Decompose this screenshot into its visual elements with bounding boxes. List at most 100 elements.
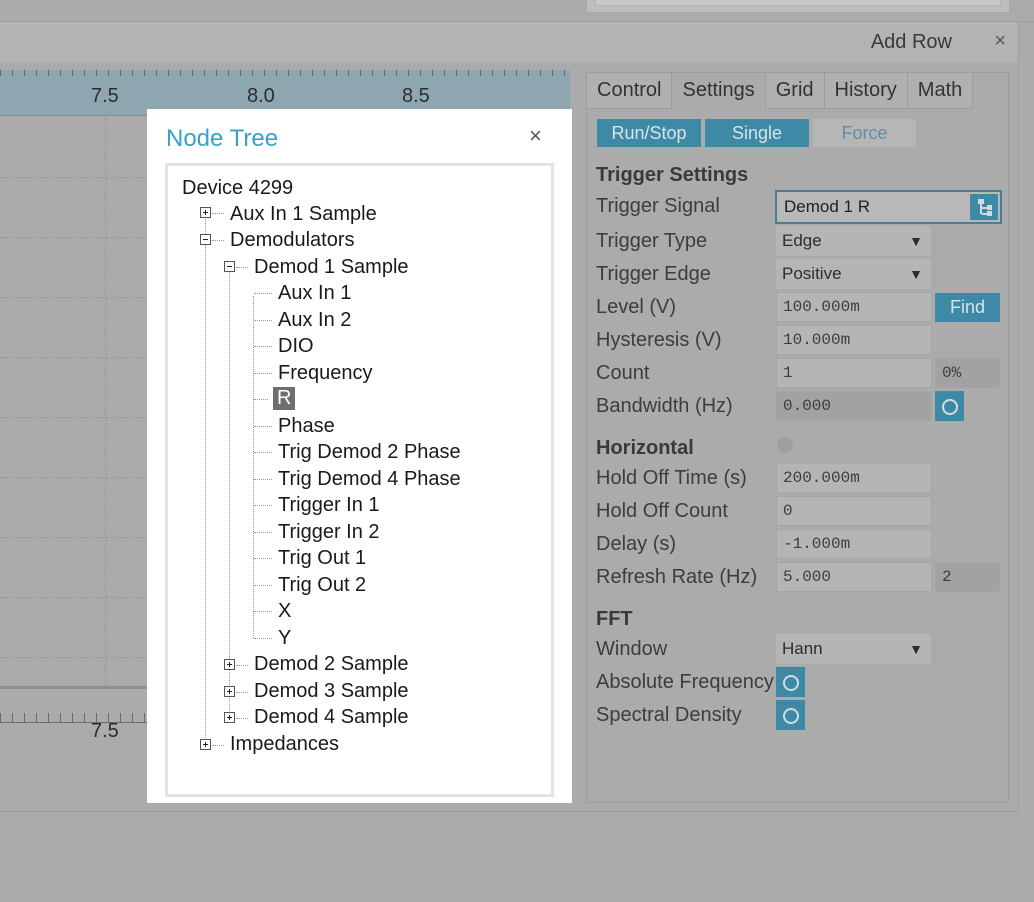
axis-tick-label: 7.5 [91,85,119,107]
tree-leaf[interactable]: Trigger In 2 [278,521,380,544]
delay-label: Delay (s) [596,533,677,555]
tree-leaf[interactable]: Trigger In 1 [278,494,380,517]
delay-input[interactable]: -1.000m [776,529,932,559]
tree-leaf[interactable]: Aux In 2 [278,309,351,332]
collapse-icon[interactable] [224,261,235,272]
spectral-density-label: Spectral Density [596,704,742,726]
trigger-type-select[interactable]: Edge ▼ [776,226,931,256]
tab-math[interactable]: Math [907,73,974,109]
trigger-signal-label: Trigger Signal [596,195,720,217]
bandwidth-input[interactable]: 0.000 [776,391,932,421]
holdoff-count-label: Hold Off Count [596,500,728,522]
trigger-type-value: Edge [782,231,822,250]
collapse-icon[interactable] [200,234,211,245]
tree-node-impedances[interactable]: Impedances [230,733,339,756]
refresh-rate-input[interactable]: 5.000 [776,562,932,592]
horizontal-indicator [777,437,793,453]
close-icon[interactable]: × [994,30,1006,53]
level-input[interactable]: 100.000m [776,292,932,322]
tree-node-demod-3-sample[interactable]: Demod 3 Sample [254,680,409,703]
tree-leaf[interactable]: Y [278,627,291,650]
window-label: Window [596,638,668,660]
tab-control[interactable]: Control [587,73,673,109]
tree-leaf[interactable]: X [278,600,291,623]
tree-connector [254,532,272,533]
tree-node-demod-4-sample[interactable]: Demod 4 Sample [254,706,409,729]
expand-icon[interactable] [200,207,211,218]
find-button[interactable]: Find [935,293,1000,322]
tree-node-demodulators[interactable]: Demodulators [230,229,355,252]
tree-icon [987,205,992,210]
dropdown-arrow-icon: ▼ [909,641,923,657]
hysteresis-input[interactable]: 10.000m [776,325,932,355]
signal-trace [0,686,150,689]
tree-connector [254,611,272,612]
tab-settings[interactable]: Settings [672,73,766,109]
count-label: Count [596,362,650,384]
tree-leaf[interactable]: DIO [278,335,314,358]
holdoff-time-input[interactable]: 200.000m [776,463,932,493]
tab-history[interactable]: History [824,73,908,109]
tree-connector [212,240,224,241]
absolute-frequency-toggle[interactable] [776,667,805,697]
tree-connector [254,346,272,347]
bandwidth-toggle[interactable] [935,391,964,421]
trigger-edge-label: Trigger Edge [596,263,711,285]
refresh-count: 2 [935,562,1000,592]
tree-connector [254,373,272,374]
toolbar: Add Row × [0,22,1018,62]
node-tree-button[interactable] [970,194,998,220]
expand-icon[interactable] [224,712,235,723]
force-button[interactable]: Force [813,119,916,147]
close-icon[interactable]: × [529,123,542,149]
dropdown-arrow-icon: ▼ [909,266,923,282]
divider [0,811,1018,812]
tree-connector [236,718,248,719]
tree-node-root[interactable]: Device 4299 [182,177,293,200]
node-tree: Device 4299 Aux In 1 Sample Demodulators… [165,163,554,797]
spectral-density-toggle[interactable] [776,700,805,730]
tree-leaf[interactable]: Trig Demod 2 Phase [278,441,461,464]
count-input[interactable]: 1 [776,358,932,388]
tree-connector [254,505,272,506]
tab-grid[interactable]: Grid [765,73,825,109]
tree-connector [236,692,248,693]
trigger-edge-select[interactable]: Positive ▼ [776,259,931,289]
tree-leaf[interactable]: Trig Out 2 [278,574,366,597]
expand-icon[interactable] [200,739,211,750]
tree-leaf[interactable]: Trig Demod 4 Phase [278,468,461,491]
tree-leaf[interactable]: Trig Out 1 [278,547,366,570]
tree-connector [254,426,272,427]
section-trigger-settings: Trigger Settings [596,164,749,186]
expand-icon[interactable] [224,686,235,697]
tree-connector [254,452,272,453]
tree-connector [254,293,272,294]
tree-leaf[interactable]: Frequency [278,362,373,385]
tree-leaf-selected[interactable]: R [273,387,296,410]
tree-connector [254,320,272,321]
tree-connector [236,665,248,666]
bandwidth-label: Bandwidth (Hz) [596,395,733,417]
tree-connector [254,479,272,480]
level-label: Level (V) [596,296,677,318]
tree-leaf[interactable]: Phase [278,415,335,438]
expand-icon[interactable] [224,659,235,670]
add-row-button[interactable]: Add Row [871,31,952,54]
tree-node-aux-in-1-sample[interactable]: Aux In 1 Sample [230,203,377,226]
run-stop-button[interactable]: Run/Stop [597,119,701,147]
window-select[interactable]: Hann ▼ [776,634,931,664]
axis-ticks [0,70,570,76]
axis-tick-label: 7.5 [91,720,119,742]
dropdown-arrow-icon: ▼ [909,233,923,249]
tree-node-demod-2-sample[interactable]: Demod 2 Sample [254,653,409,676]
single-button[interactable]: Single [705,119,809,147]
divider [1018,22,1019,812]
holdoff-count-input[interactable]: 0 [776,496,932,526]
grid-line [105,117,106,687]
trigger-signal-field[interactable]: Demod 1 R [775,190,1002,224]
tree-node-demod-1-sample[interactable]: Demod 1 Sample [254,256,409,279]
count-progress: 0% [935,358,1000,388]
trigger-edge-value: Positive [782,264,842,283]
trigger-type-label: Trigger Type [596,230,708,252]
tree-leaf[interactable]: Aux In 1 [278,282,351,305]
